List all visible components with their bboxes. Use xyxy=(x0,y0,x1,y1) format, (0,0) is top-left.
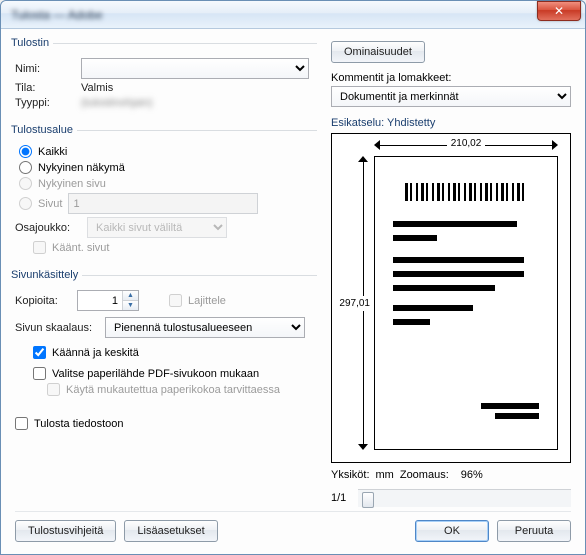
range-group: Tulostusalue Kaikki Nykyinen näkymä xyxy=(15,124,317,263)
print-to-file-check[interactable]: Tulosta tiedostoon xyxy=(15,417,123,430)
scale-label: Sivun skaalaus: xyxy=(15,322,99,334)
zoom-prefix: Zoomaus: xyxy=(400,469,449,481)
preview-height: 297,01 xyxy=(337,296,372,311)
cancel-button[interactable]: Peruuta xyxy=(497,520,571,542)
subset-label: Osajoukko: xyxy=(15,222,81,234)
range-all-radio[interactable]: Kaikki xyxy=(19,145,67,158)
printer-name-label: Nimi: xyxy=(15,63,75,75)
window-title: Tulosta — Adobe xyxy=(11,8,103,22)
print-dialog: Tulosta — Adobe ✕ Tulostin Nimi: Tila: xyxy=(0,0,586,555)
printer-status-value: Valmis xyxy=(81,82,113,94)
printer-legend: Tulostin xyxy=(11,37,53,49)
custom-paper-check: Käytä mukautettua paperikokoa tarvittaes… xyxy=(47,383,280,396)
range-pages-radio: Sivut xyxy=(19,197,62,210)
close-button[interactable]: ✕ xyxy=(537,1,581,21)
copies-label: Kopioita: xyxy=(15,295,71,307)
printer-group: Tulostin Nimi: Tila: Valmis Tyyppi: (tul… xyxy=(15,37,317,118)
units-prefix: Yksiköt: xyxy=(331,469,370,481)
preview-page xyxy=(374,156,558,450)
comments-select[interactable]: Dokumentit ja merkinnät xyxy=(331,86,571,107)
range-current-view-radio[interactable]: Nykyinen näkymä xyxy=(19,161,125,174)
scale-select[interactable]: Pienennä tulostusalueeseen xyxy=(105,317,305,338)
page-of: 1/1 xyxy=(331,492,346,504)
properties-button[interactable]: Ominaisuudet xyxy=(331,41,425,63)
titlebar[interactable]: Tulosta — Adobe ✕ xyxy=(1,1,585,29)
copies-spinner[interactable]: ▲ ▼ xyxy=(77,290,139,311)
preview-width: 210,02 xyxy=(447,138,486,149)
close-icon: ✕ xyxy=(554,4,564,18)
ruler-left: 297,01 xyxy=(334,156,372,450)
printer-type-label: Tyyppi: xyxy=(15,97,75,109)
range-current-page-radio: Nykyinen sivu xyxy=(19,177,106,190)
footer: Tulostusvihjeitä Lisäasetukset OK Peruut… xyxy=(15,511,571,542)
copies-input[interactable] xyxy=(78,291,122,310)
subset-select: Kaikki sivut väliltä xyxy=(87,217,227,238)
range-legend: Tulostusalue xyxy=(11,124,77,136)
choose-paper-check[interactable]: Valitse paperilähde PDF-sivukoon mukaan xyxy=(33,367,259,380)
printer-status-label: Tila: xyxy=(15,82,75,94)
ruler-top: 210,02 xyxy=(374,138,558,154)
printer-type-value: (tulostinohjain) xyxy=(81,97,153,109)
collate-check: Lajittele xyxy=(169,294,226,307)
spinner-down-icon[interactable]: ▼ xyxy=(123,301,138,310)
preview-label: Esikatselu: Yhdistetty xyxy=(331,117,571,129)
preview-box: 210,02 297,01 xyxy=(331,133,571,463)
barcode-icon xyxy=(405,183,527,201)
page-slider[interactable] xyxy=(358,489,571,507)
handling-legend: Sivunkäsittely xyxy=(11,269,82,281)
ok-button[interactable]: OK xyxy=(415,520,489,542)
advanced-button[interactable]: Lisäasetukset xyxy=(124,520,217,542)
zoom-value: 96% xyxy=(461,469,483,481)
comments-label: Kommentit ja lomakkeet: xyxy=(331,72,571,84)
handling-group: Sivunkäsittely Kopioita: ▲ ▼ xyxy=(15,269,317,405)
spinner-up-icon[interactable]: ▲ xyxy=(123,291,138,301)
units-value: mm xyxy=(376,469,394,481)
tips-button[interactable]: Tulostusvihjeitä xyxy=(15,520,116,542)
rotate-center-check[interactable]: Käännä ja keskitä xyxy=(33,346,139,359)
printer-name-select[interactable] xyxy=(81,58,309,79)
reverse-pages-check: Käänt. sivut xyxy=(33,241,109,254)
range-pages-input xyxy=(68,193,258,214)
